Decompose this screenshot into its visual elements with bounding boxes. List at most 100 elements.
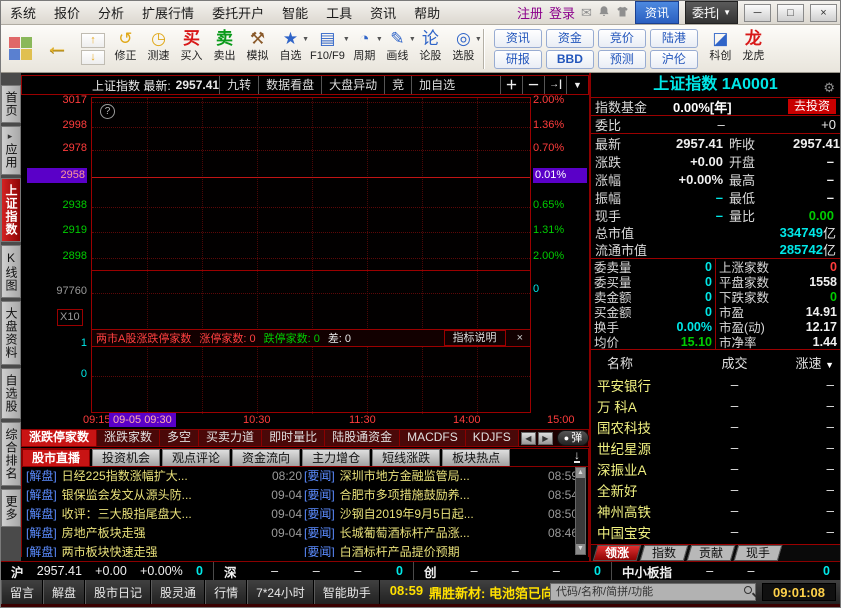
stock-row[interactable]: 全新好 – – [591,479,840,500]
menu-item[interactable]: 委托开户 [203,0,273,25]
quick-button[interactable]: 资金 [546,29,594,48]
gear-icon[interactable]: ⚙ [823,76,835,100]
stock-row[interactable]: 万 科A – – [591,395,840,416]
login-link[interactable]: 登录 [549,3,575,22]
zoom-in-button[interactable]: ＋ [500,76,522,94]
maximize-button[interactable]: □ [777,4,804,22]
news-item[interactable]: [要闻] 白酒标杆产品提价预期 [304,543,578,557]
indicator-tab[interactable]: 即时量比 [262,430,325,446]
sidebar-tab[interactable]: 综合排名 [1,422,21,486]
news-item[interactable]: [解盘] 两市板块快速走强 [26,543,302,557]
sidebar-tab[interactable]: 自选股 [1,368,21,419]
sidebar-tab[interactable]: 更多 [1,489,21,527]
menu-item[interactable]: 工具 [317,0,361,25]
news-item[interactable]: [要闻] 深圳市地方金融监管局... 08:59 [304,467,578,486]
market-segment[interactable]: 沪 2957.41 +0.00 +0.00% 0 [1,562,214,580]
quick-button[interactable]: 资讯 [494,29,542,48]
menu-item[interactable]: 帮助 [405,0,449,25]
stock-row[interactable]: 世纪星源 – – [591,437,840,458]
market-segment[interactable]: 深 – – – 0 [214,562,414,580]
toolbar-button[interactable]: ◪ ▼ 科创 [704,28,737,70]
toolbar-button[interactable]: 卖 ▼ 卖出 [208,28,241,70]
invest-button[interactable]: 去投资 [788,99,836,114]
menu-item[interactable]: 报价 [45,0,89,25]
menu-item[interactable]: 扩展行情 [133,0,203,25]
menu-item[interactable]: 资讯 [361,0,405,25]
indicator-tab[interactable]: MACDFS [400,430,466,446]
close-sub-panel-icon[interactable]: × [514,332,526,344]
quick-button[interactable]: 竞价 [598,29,646,48]
toolbar-button[interactable]: ⚒ ▼ 模拟 [241,28,274,70]
zoom-out-button[interactable]: － [522,76,544,94]
toolbar-button[interactable]: ◎ ▼ 选股 [447,28,480,70]
quote-tab[interactable]: 指数 [640,545,689,561]
news-item[interactable]: [解盘] 银保监会发文从源头防... 09-04 [26,486,302,505]
search-input[interactable] [550,583,756,601]
quick-button[interactable]: 研报 [494,50,542,69]
quick-button[interactable]: 陆港 [650,29,698,48]
sidebar-tab[interactable]: 上证指数 [1,178,21,242]
back-button[interactable]: ← [45,33,69,61]
indicator-explain-button[interactable]: 指标说明 [444,330,506,346]
news-tab[interactable]: 股市直播 [22,449,90,466]
chart-header-tab[interactable]: 加自选 [411,76,462,94]
down-button[interactable]: ↓ [81,50,105,65]
scroll-up-icon[interactable]: ▲ [576,468,585,478]
stock-row[interactable]: 深振业A – – [591,458,840,479]
bounce-toggle[interactable]: ●弹 [557,430,589,446]
register-link[interactable]: 注册 [517,3,543,22]
stock-row[interactable]: 神州高铁 – – [591,500,840,521]
quote-tab[interactable]: 现手 [734,545,783,561]
news-item[interactable]: [解盘] 收评：三大股指尾盘大... 09-04 [26,505,302,524]
next-page-button[interactable]: →| [544,76,566,94]
sort-by-speed[interactable]: 涨速 ▼ [776,353,834,372]
indicator-tab[interactable]: 涨跌家数 [97,430,160,446]
quick-button[interactable]: 沪伦 [650,50,698,69]
menu-item[interactable]: 智能 [273,0,317,25]
scroll-right-icon[interactable]: ▶ [538,432,553,445]
indicator-tab[interactable]: 陆股通资金 [325,430,400,446]
toolbar-button[interactable]: ◷ ▼ 测速 [142,28,175,70]
menu-item[interactable]: 系统 [1,0,45,25]
broker-dropdown-button[interactable]: 委托|▼ [685,1,738,24]
market-segment[interactable]: 中小板指 – – 0 [612,562,840,580]
news-tab[interactable]: 主力增仓 [302,449,370,466]
status-button[interactable]: 股灵通 [151,580,205,605]
sidebar-tab[interactable]: 首页 [1,85,21,123]
news-item[interactable]: [要闻] 合肥市多项措施鼓励养... 08:54 [304,486,578,505]
status-button[interactable]: 股市日记 [85,580,151,605]
status-button[interactable]: 解盘 [43,580,85,605]
mail-icon[interactable]: ✉ [581,6,592,19]
collapse-caret-button[interactable]: ▼ [566,76,588,94]
indicator-tab[interactable]: 多空 [160,430,199,446]
help-icon[interactable]: ? [100,104,115,119]
toolbar-button[interactable]: ★ ▼ 自选 [274,28,307,70]
quote-tab[interactable]: 贡献 [687,545,736,561]
download-icon[interactable]: ↓ [574,449,580,463]
up-button[interactable]: ↑ [81,33,105,48]
chart-header-tab[interactable]: 竞 [384,76,411,94]
app-grid-icon[interactable] [9,37,33,61]
scroll-left-icon[interactable]: ◀ [521,432,536,445]
toolbar-button[interactable]: ◔ ▼ 周期 [348,28,381,70]
chart-header-tab[interactable]: 数据看盘 [258,76,321,94]
sidebar-tab[interactable]: K线图 [1,245,21,298]
quick-button[interactable]: BBD [546,50,594,69]
news-tab[interactable]: 资金流向 [232,449,300,466]
chart-header-tab[interactable]: 大盘异动 [321,76,384,94]
status-button[interactable]: 7*24小时 [247,580,314,605]
toolbar-button[interactable]: 买 ▼ 买入 [175,28,208,70]
stock-row[interactable]: 中国宝安 – – [591,521,840,542]
close-button[interactable]: × [810,4,837,22]
status-button[interactable]: 智能助手 [314,580,380,605]
toolbar-button[interactable]: ▤ ▼ F10/F9 [307,28,348,70]
news-tab[interactable]: 观点评论 [162,449,230,466]
status-button[interactable]: 留言 [1,580,43,605]
indicator-tab[interactable]: 涨跌停家数 [22,430,97,446]
news-mode-button[interactable]: 资讯 [635,1,679,24]
news-item[interactable]: [要闻] 沙钢自2019年9月5日起... 08:50 [304,505,578,524]
news-item[interactable]: [要闻] 长城葡萄酒标杆产品涨... 08:46 [304,524,578,543]
minimize-button[interactable]: ─ [744,4,771,22]
stock-row[interactable]: 国农科技 – – [591,416,840,437]
menu-item[interactable]: 分析 [89,0,133,25]
